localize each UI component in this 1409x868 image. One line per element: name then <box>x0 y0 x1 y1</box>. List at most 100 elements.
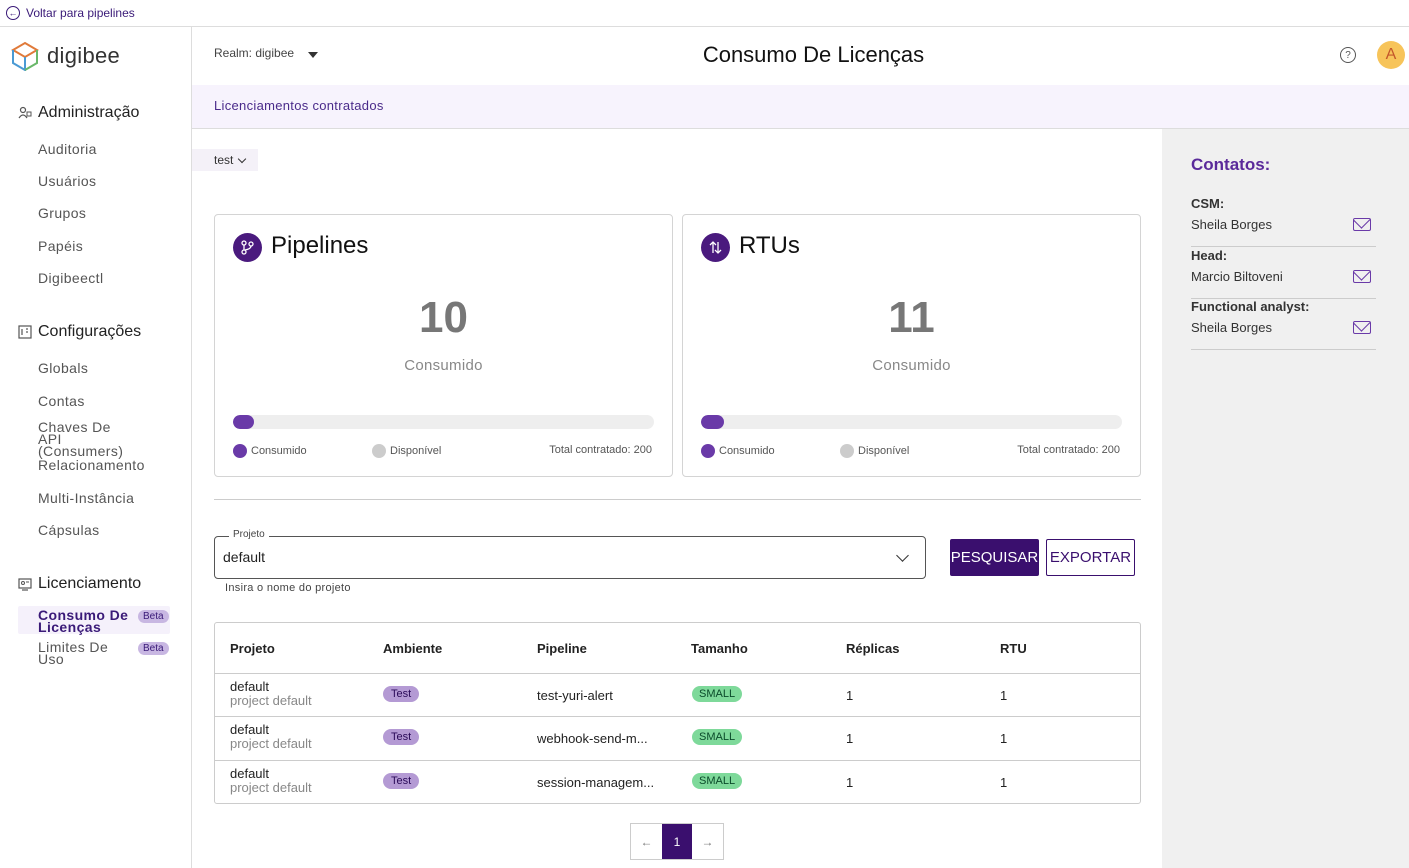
page-title: Consumo De Licenças <box>702 42 925 67</box>
row-project: default <box>230 722 270 737</box>
env-badge: Test <box>383 729 420 745</box>
page-1-button[interactable]: 1 <box>662 824 692 859</box>
sidebar-item-contas[interactable]: Contas <box>38 394 85 408</box>
legend-consumed-label: Consumido <box>251 445 307 457</box>
table-row[interactable]: default project default Test test-yuri-a… <box>215 673 1140 717</box>
tenant-selector[interactable]: test <box>192 149 258 171</box>
sidebar-item-auditoria[interactable]: Auditoria <box>38 142 97 156</box>
arrow-left-icon: ← <box>6 6 20 20</box>
mail-icon[interactable] <box>1353 218 1371 231</box>
mail-icon[interactable] <box>1353 321 1371 334</box>
avatar[interactable]: A <box>1377 41 1405 69</box>
row-rtu: 1 <box>1000 775 1008 790</box>
legend-available: Disponível <box>840 444 909 458</box>
export-button[interactable]: EXPORTAR <box>1046 539 1135 576</box>
consumed-count: 11 <box>888 293 935 342</box>
beta-badge: Beta <box>138 642 169 655</box>
beta-badge: Beta <box>138 610 169 623</box>
settings-grid-icon <box>18 325 32 339</box>
row-pipeline: session-managem... <box>537 775 655 790</box>
sidebar-item-relacionamento[interactable]: Relacionamento <box>38 458 145 472</box>
row-project-desc: project default <box>230 693 312 708</box>
subheader-title: Licenciamentos contratados <box>214 98 384 113</box>
divider <box>214 499 1141 500</box>
contacts-panel: Contatos: CSM: Sheila Borges Head: Marci… <box>1162 129 1409 868</box>
consumed-dot-icon <box>233 444 247 458</box>
help-icon[interactable]: ? <box>1340 47 1356 63</box>
section-licenciamento: Licenciamento <box>18 575 141 593</box>
sidebar-item-chaves-api[interactable]: Chaves De API (Consumers) <box>38 420 138 458</box>
contact-role: Functional analyst: <box>1191 299 1310 314</box>
legend-consumed: Consumido <box>701 444 775 458</box>
pipelines-card: Pipelines 10 Consumido Consumido Disponí… <box>214 214 673 477</box>
logo-text: digibee <box>47 43 121 68</box>
contact-name: Sheila Borges <box>1191 217 1272 232</box>
available-dot-icon <box>840 444 854 458</box>
consumption-progress-bar <box>233 415 654 429</box>
consumption-progress-bar <box>701 415 1122 429</box>
consumed-dot-icon <box>701 444 715 458</box>
column-header-tamanho: Tamanho <box>691 641 748 656</box>
size-badge: SMALL <box>692 773 743 789</box>
search-button[interactable]: PESQUISAR <box>950 539 1039 576</box>
sidebar-item-usuarios[interactable]: Usuários <box>38 174 96 188</box>
row-project: default <box>230 679 270 694</box>
sidebar-item-papeis[interactable]: Papéis <box>38 239 83 253</box>
row-rtu: 1 <box>1000 688 1008 703</box>
project-helper-text: Insira o nome do projeto <box>225 582 351 594</box>
sidebar-item-multi-instancia[interactable]: Multi-Instância <box>38 491 134 505</box>
project-select[interactable]: Projeto default <box>214 529 926 579</box>
column-header-rtu: RTU <box>1000 641 1027 656</box>
subheader: Licenciamentos contratados <box>192 85 1409 129</box>
legend-available-label: Disponível <box>858 445 910 457</box>
rtus-card: RTUs 11 Consumido Consumido Disponível T… <box>682 214 1141 477</box>
project-select-value: default <box>223 549 266 565</box>
section-configuracoes-title: Configurações <box>38 323 142 340</box>
sidebar-item-capsulas[interactable]: Cápsulas <box>38 523 100 537</box>
section-administracao-title: Administração <box>38 104 140 121</box>
size-badge: SMALL <box>692 729 743 745</box>
arrows-up-down-icon <box>701 233 730 262</box>
next-page-button[interactable]: → <box>692 824 723 859</box>
sidebar: digibee Administração Auditoria Usuários… <box>0 27 192 868</box>
row-replicas: 1 <box>846 688 854 703</box>
column-header-ambiente: Ambiente <box>383 641 443 656</box>
section-administracao: Administração <box>18 104 139 122</box>
contact-role: Head: <box>1191 248 1228 263</box>
mail-icon[interactable] <box>1353 270 1371 283</box>
row-rtu: 1 <box>1000 731 1008 746</box>
row-replicas: 1 <box>846 731 854 746</box>
contact-role: CSM: <box>1191 196 1225 211</box>
sidebar-item-globals[interactable]: Globals <box>38 361 88 375</box>
sidebar-item-digibeectl[interactable]: Digibeectl <box>38 271 103 285</box>
branch-icon <box>233 233 262 262</box>
contact-name: Marcio Biltoveni <box>1191 269 1283 284</box>
consumed-label: Consumido <box>404 357 483 374</box>
sidebar-item-grupos[interactable]: Grupos <box>38 206 86 220</box>
digibee-cube-icon <box>11 41 39 71</box>
back-to-pipelines-link[interactable]: ← Voltar para pipelines <box>6 6 135 20</box>
license-icon <box>18 577 32 591</box>
table-row[interactable]: default project default Test session-man… <box>215 760 1140 804</box>
back-link-label: Voltar para pipelines <box>26 6 135 20</box>
digibee-logo[interactable]: digibee <box>11 41 120 71</box>
row-project-desc: project default <box>230 780 312 795</box>
card-title: RTUs <box>739 232 800 259</box>
column-header-pipeline: Pipeline <box>537 641 587 656</box>
top-bar: ← Voltar para pipelines <box>0 0 1409 27</box>
chevron-down-icon[interactable] <box>896 549 909 562</box>
sidebar-item-consumo-licencas[interactable]: Consumo De Licenças <box>38 608 138 634</box>
progress-fill <box>233 415 255 429</box>
contact-functional-analyst: Functional analyst: Sheila Borges <box>1191 299 1376 350</box>
legend-consumed: Consumido <box>233 444 307 458</box>
section-licenciamento-title: Licenciamento <box>38 575 142 592</box>
env-badge: Test <box>383 686 420 702</box>
legend-consumed-label: Consumido <box>719 445 775 457</box>
users-admin-icon <box>18 106 32 120</box>
sidebar-item-limites-uso[interactable]: Limites De Uso <box>38 640 138 666</box>
row-pipeline: webhook-send-m... <box>537 731 648 746</box>
table-row[interactable]: default project default Test webhook-sen… <box>215 716 1140 760</box>
total-contracted: Total contratado: 200 <box>1017 444 1120 456</box>
prev-page-button[interactable]: ← <box>631 824 662 859</box>
contact-csm: CSM: Sheila Borges <box>1191 196 1376 247</box>
